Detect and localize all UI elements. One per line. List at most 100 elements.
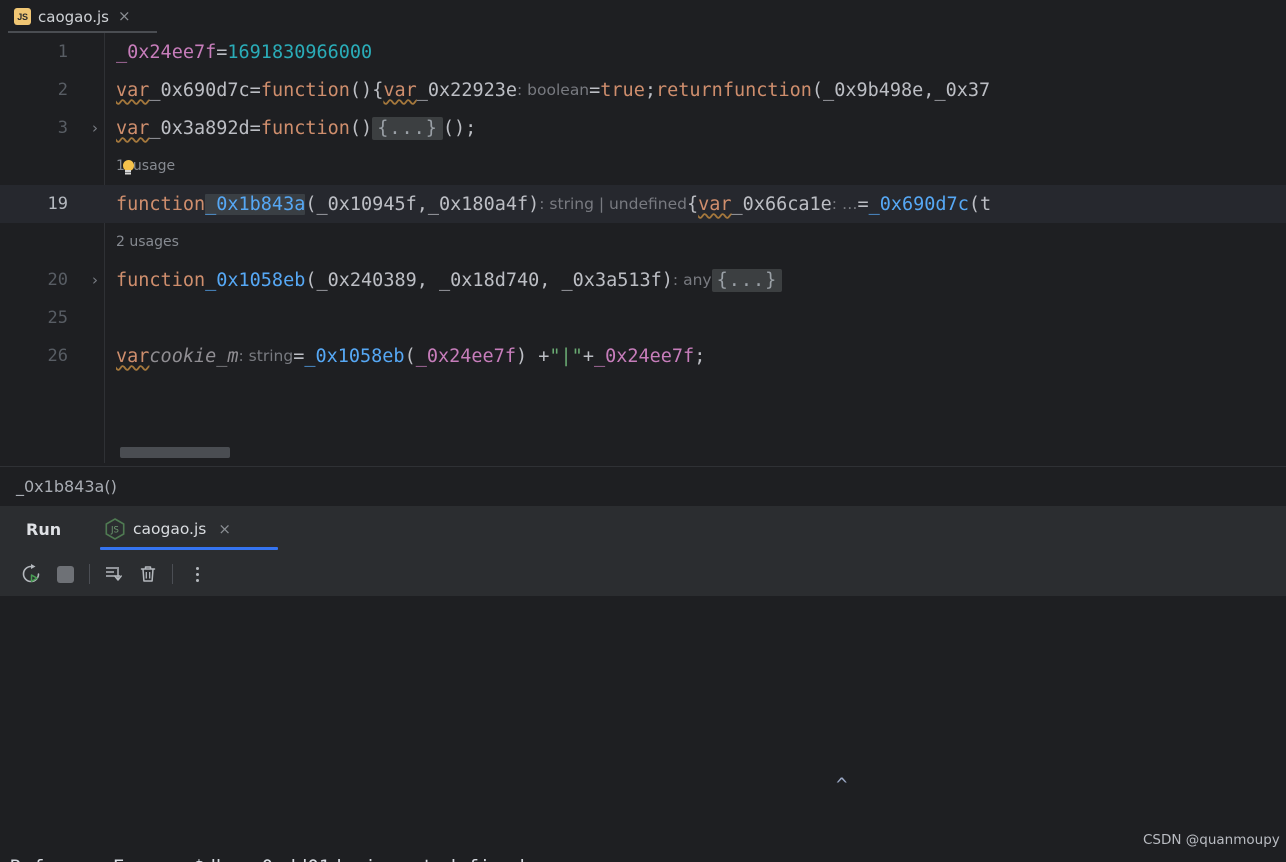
code-token: (t	[968, 193, 992, 215]
fold-arrow-icon[interactable]	[88, 185, 102, 223]
run-panel-title: Run	[26, 519, 62, 539]
fold-arrow-icon[interactable]	[88, 299, 102, 337]
code-token: ;	[644, 79, 656, 101]
editor-tab-label: caogao.js	[38, 7, 109, 26]
usage-hint-row-2[interactable]: 2 usages	[0, 223, 1286, 261]
code-token: true	[600, 79, 645, 101]
toolbar-separator	[172, 564, 173, 584]
code-token: _0x1b843a	[205, 193, 306, 215]
line-number: 2	[57, 80, 68, 100]
code-token: var	[383, 79, 417, 101]
breadcrumb[interactable]: _0x1b843a()	[0, 466, 1286, 506]
error-caret-marker: ^	[836, 774, 848, 796]
line-content: function _0x1b843a (_0x10945f,_0x180a4f) …	[116, 185, 991, 223]
rerun-icon[interactable]	[14, 557, 48, 591]
editor-tab-caogao-js[interactable]: JS caogao.js ×	[8, 0, 141, 33]
run-tool-window: Run JS caogao.js × ^	[0, 506, 1286, 862]
lightbulb-icon[interactable]	[122, 159, 135, 173]
code-token: _0x1058eb	[304, 345, 405, 367]
fold-arrow-icon[interactable]	[88, 71, 102, 109]
code-line-19[interactable]: 19 function _0x1b843a (_0x10945f,_0x180a4…	[0, 185, 1286, 223]
run-tab-label: caogao.js	[133, 520, 207, 538]
usage-hint[interactable]: 2 usages	[116, 223, 179, 261]
code-token: "|"	[549, 345, 583, 367]
code-token: _0x22923e	[416, 79, 518, 101]
code-token: =	[216, 41, 228, 63]
close-icon[interactable]: ×	[214, 520, 231, 538]
code-token: _0x24ee7f	[415, 345, 516, 367]
code-token: (_0x10945f,_0x180a4f)	[305, 193, 540, 215]
code-token: {...}	[372, 116, 443, 140]
code-line-26[interactable]: 26 var cookie_m : string = _0x1058eb(_0x…	[0, 337, 1286, 375]
fold-arrow-icon[interactable]: ›	[88, 261, 102, 299]
editor-horizontal-scrollbar[interactable]	[120, 447, 230, 458]
code-token: {	[686, 193, 699, 215]
editor-tab-bar: JS caogao.js ×	[0, 0, 1286, 33]
code-line-1[interactable]: 1 _0x24ee7f = 1691830966000	[0, 33, 1286, 71]
code-editor[interactable]: 1 _0x24ee7f = 1691830966000 2 var _0x690…	[0, 33, 1286, 463]
code-token: var	[116, 117, 150, 139]
code-token: (_0x9b498e,_0x37	[811, 79, 991, 101]
breadcrumb-label: _0x1b843a()	[16, 477, 117, 496]
code-token: var	[116, 345, 150, 367]
code-token: =	[293, 345, 305, 367]
usage-hint-row-1[interactable]: 1 usage	[0, 147, 1286, 185]
usage-hint[interactable]: 1 usage	[116, 147, 175, 185]
run-toolbar	[0, 552, 1286, 596]
usage-label: usage	[132, 158, 176, 174]
code-token: cookie_m	[149, 345, 239, 367]
code-token: _0x3a892d	[149, 117, 250, 139]
trash-icon[interactable]	[131, 557, 165, 591]
code-token: _0x690d7c	[868, 193, 969, 215]
code-token: =	[589, 79, 601, 101]
svg-text:JS: JS	[110, 526, 119, 536]
fold-arrow-icon[interactable]	[88, 33, 102, 71]
code-token: _0x1058eb	[205, 269, 306, 291]
code-line-20[interactable]: 20 › function _0x1058eb (_0x240389, _0x18…	[0, 261, 1286, 299]
code-token: ()	[349, 117, 373, 139]
line-content: function _0x1058eb (_0x240389, _0x18d740,…	[116, 261, 783, 299]
scroll-to-end-icon[interactable]	[97, 557, 131, 591]
code-token: : any	[672, 271, 712, 289]
fold-arrow-icon[interactable]	[88, 337, 102, 375]
code-token: ();	[442, 117, 477, 139]
code-token: _0x24ee7f	[116, 41, 217, 63]
run-tab-active-underline	[100, 547, 278, 550]
ide-window: JS caogao.js × 1 _0x24ee7f = 16918309660…	[0, 0, 1286, 862]
code-token: _0x690d7c	[149, 79, 250, 101]
code-token: : …	[831, 195, 858, 213]
fold-arrow-icon[interactable]: ›	[88, 109, 102, 147]
code-token: function	[260, 117, 350, 139]
code-token: function	[116, 193, 206, 215]
run-console-output[interactable]: ^ ReferenceError: $dbsm_0xdd01da is not …	[0, 596, 1286, 862]
more-options-icon[interactable]	[180, 557, 214, 591]
line-number: 26	[47, 346, 68, 366]
code-token: =	[857, 193, 869, 215]
run-tab-caogao-js[interactable]: JS caogao.js ×	[105, 506, 231, 552]
close-icon[interactable]: ×	[116, 9, 131, 24]
code-token: (){	[349, 79, 384, 101]
line-content: var cookie_m : string = _0x1058eb(_0x24e…	[116, 337, 705, 375]
code-token: _0x24ee7f	[593, 345, 695, 367]
stop-icon[interactable]	[48, 557, 82, 591]
code-token: : string | undefined	[539, 195, 687, 213]
code-token: =	[249, 117, 261, 139]
code-token: : string	[238, 347, 294, 365]
code-line-2[interactable]: 2 var _0x690d7c = function(){var _0x22923e…	[0, 71, 1286, 109]
csdn-watermark: CSDN @quanmoupy	[1143, 832, 1280, 848]
code-token: +	[582, 345, 594, 367]
code-token: =	[249, 79, 261, 101]
line-number: 20	[47, 270, 68, 290]
code-token: ) +	[515, 345, 550, 367]
line-number: 25	[47, 308, 68, 328]
code-line-25[interactable]: 25	[0, 299, 1286, 337]
code-token: {...}	[711, 268, 783, 292]
line-number: 19	[47, 194, 68, 214]
code-token: (_0x240389, _0x18d740, _0x3a513f)	[305, 269, 673, 291]
nodejs-icon: JS	[105, 518, 125, 540]
code-token: 1691830966000	[227, 41, 373, 63]
code-line-3[interactable]: 3 › var _0x3a892d = function () {...} ();	[0, 109, 1286, 147]
line-content: _0x24ee7f = 1691830966000	[116, 33, 372, 71]
line-number: 3	[57, 118, 68, 138]
code-lines: 1 _0x24ee7f = 1691830966000 2 var _0x690…	[0, 33, 1286, 375]
